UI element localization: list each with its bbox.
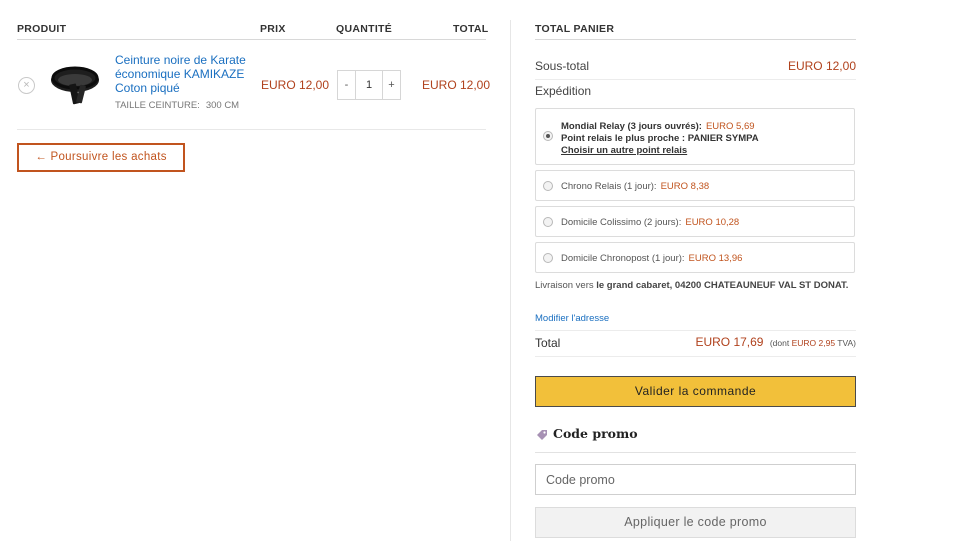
- shipping-name: Mondial Relay (3 jours ouvrés):: [561, 121, 702, 132]
- product-variation: TAILLE CEINTURE: 300 CM: [115, 100, 239, 111]
- shipping-price: EURO 5,69: [705, 121, 755, 132]
- continue-shopping-button[interactable]: ← Poursuivre les achats: [17, 143, 185, 172]
- shipping-option-mondial-relay[interactable]: Mondial Relay (3 jours ouvrés): EURO 5,69…: [535, 108, 855, 165]
- shipping-label: Expédition: [535, 84, 592, 98]
- relay-point-text: Point relais le plus proche : PANIER SYM…: [561, 133, 759, 144]
- subtotal-value: EURO 12,00: [787, 59, 856, 73]
- variation-value: 300 CM: [205, 100, 240, 111]
- radio-icon[interactable]: [543, 217, 553, 227]
- shipping-price: EURO 13,96: [688, 253, 743, 264]
- tax-suffix: TVA): [837, 338, 856, 348]
- item-price: EURO 12,00: [261, 78, 330, 92]
- delivery-address-value: le grand cabaret, 04200 CHATEAUNEUF VAL …: [596, 280, 849, 291]
- table-header-divider: [17, 39, 486, 40]
- product-thumbnail[interactable]: [45, 58, 105, 108]
- column-divider: [510, 20, 511, 541]
- radio-icon[interactable]: [543, 181, 553, 191]
- promo-divider: [535, 452, 856, 453]
- tag-icon: [537, 429, 547, 440]
- header-total: TOTAL: [453, 23, 489, 35]
- shipping-name: Domicile Chronopost (1 jour):: [561, 253, 685, 264]
- promo-code-input[interactable]: [535, 464, 856, 495]
- shipping-option-label: Domicile Colissimo (2 jours): EURO 10,28: [561, 217, 739, 228]
- qty-plus-button[interactable]: +: [383, 71, 400, 99]
- shipping-price: EURO 8,38: [660, 181, 710, 192]
- delivery-prefix: Livraison vers: [535, 280, 594, 291]
- modify-address-link[interactable]: Modifier l'adresse: [535, 313, 609, 324]
- shipping-option-chrono-relais[interactable]: Chrono Relais (1 jour): EURO 8,38: [535, 170, 855, 201]
- promo-title-group: Code promo: [536, 426, 638, 441]
- total-value-group: EURO 17,69 (dont EURO 2,95 TVA): [695, 335, 856, 349]
- tax-prefix: (dont: [769, 338, 790, 348]
- product-name-link[interactable]: Ceinture noire de Karate économique KAMI…: [115, 53, 255, 95]
- radio-icon[interactable]: [543, 131, 553, 141]
- shipping-option-chronopost[interactable]: Domicile Chronopost (1 jour): EURO 13,96: [535, 242, 855, 273]
- cart-totals-title: TOTAL PANIER: [535, 23, 615, 35]
- row-divider: [17, 129, 486, 130]
- shipping-name: Chrono Relais (1 jour):: [561, 181, 657, 192]
- header-product: PRODUIT: [17, 23, 67, 35]
- delivery-address: Livraison vers le grand cabaret, 04200 C…: [535, 279, 855, 292]
- qty-minus-button[interactable]: -: [338, 71, 355, 99]
- total-value: EURO 17,69: [695, 335, 764, 349]
- shipping-price: EURO 10,28: [685, 217, 740, 228]
- choose-relay-link[interactable]: Choisir un autre point relais: [561, 145, 687, 156]
- remove-item-icon[interactable]: ×: [18, 77, 35, 94]
- validate-order-button[interactable]: Valider la commande: [535, 376, 856, 407]
- header-quantity: QUANTITÉ: [336, 23, 393, 35]
- address-divider: [535, 330, 856, 331]
- subtotal-divider: [535, 79, 856, 80]
- shipping-option-colissimo[interactable]: Domicile Colissimo (2 jours): EURO 10,28: [535, 206, 855, 237]
- totals-header-divider: [535, 39, 856, 40]
- shipping-option-label: Domicile Chronopost (1 jour): EURO 13,96: [561, 253, 742, 264]
- header-price: PRIX: [260, 23, 286, 35]
- promo-title: Code promo: [553, 426, 638, 441]
- shipping-option-label: Chrono Relais (1 jour): EURO 8,38: [561, 181, 709, 192]
- shipping-name: Domicile Colissimo (2 jours):: [561, 217, 682, 228]
- total-label: Total: [535, 336, 561, 350]
- shipping-option-label: Mondial Relay (3 jours ouvrés): EURO 5,69: [561, 121, 755, 132]
- radio-icon[interactable]: [543, 253, 553, 263]
- tax-value: EURO 2,95: [791, 338, 836, 348]
- tax-info: (dont EURO 2,95 TVA): [770, 338, 856, 348]
- subtotal-label: Sous-total: [535, 59, 590, 73]
- qty-input[interactable]: 1: [355, 71, 383, 99]
- variation-label: TAILLE CEINTURE:: [115, 100, 200, 111]
- quantity-stepper: - 1 +: [337, 70, 401, 100]
- apply-promo-button[interactable]: Appliquer le code promo: [535, 507, 856, 538]
- total-divider: [535, 356, 856, 357]
- item-line-total: EURO 12,00: [422, 78, 491, 92]
